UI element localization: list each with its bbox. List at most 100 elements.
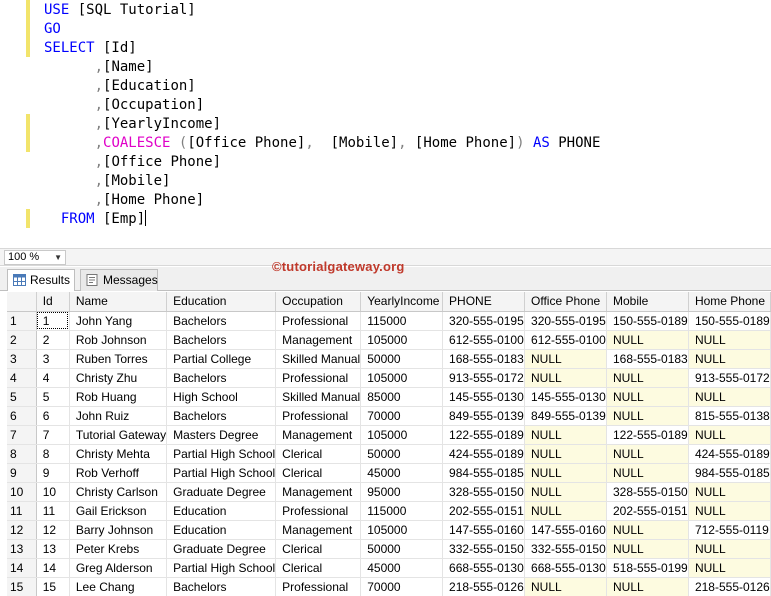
grid-cell[interactable]: Clerical (275, 558, 362, 578)
grid-cell[interactable]: 45000 (360, 463, 444, 483)
code-line[interactable]: ,COALESCE ([Office Phone], [Mobile], [Ho… (44, 134, 601, 153)
code-line[interactable]: ,[Occupation] (44, 96, 205, 115)
grid-cell[interactable]: Management (275, 520, 362, 540)
grid-cell[interactable]: Ruben Torres (69, 349, 168, 369)
grid-cell[interactable]: Rob Johnson (69, 330, 168, 350)
grid-cell[interactable]: 13 (36, 539, 70, 559)
table-row[interactable]: 12 12 Barry Johnson Education Management 1050… (7, 520, 771, 540)
grid-cell[interactable]: 815-555-0138 (688, 406, 771, 426)
grid-cell[interactable]: Rob Verhoff (69, 463, 168, 483)
code-line[interactable]: ,[Home Phone] (44, 191, 205, 210)
grid-cell[interactable]: 332-555-0150 (524, 539, 607, 559)
grid-cell[interactable]: 168-555-0183 (442, 349, 526, 369)
grid-cell[interactable]: Rob Huang (69, 387, 168, 407)
row-number[interactable]: 6 (7, 406, 37, 426)
grid-cell[interactable]: 668-555-0130 (524, 558, 607, 578)
grid-cell[interactable]: 328-555-0150 (442, 482, 526, 502)
grid-cell[interactable]: 45000 (360, 558, 444, 578)
grid-cell[interactable]: Management (275, 482, 362, 502)
grid-cell[interactable]: 3 (36, 349, 70, 369)
grid-cell[interactable]: NULL (524, 463, 607, 483)
grid-cell[interactable]: Skilled Manual (275, 349, 362, 369)
grid-cell[interactable]: 15 (36, 577, 70, 596)
grid-cell[interactable]: John Yang (69, 311, 168, 331)
table-row[interactable]: 2 2 Rob Johnson Bachelors Management 105000 61… (7, 330, 771, 350)
grid-cell[interactable]: 12 (36, 520, 70, 540)
grid-cell[interactable]: 2 (36, 330, 70, 350)
grid-cell[interactable]: 328-555-0150 (606, 482, 689, 502)
grid-cell[interactable]: NULL (688, 558, 771, 578)
column-header[interactable]: Occupation (275, 292, 362, 312)
table-row[interactable]: 8 8 Christy Mehta Partial High School Cleric… (7, 444, 771, 464)
grid-cell[interactable]: Professional (275, 501, 362, 521)
grid-cell[interactable]: 913-555-0172 (442, 368, 526, 388)
table-row[interactable]: 6 6 John Ruiz Bachelors Professional 70000 849… (7, 406, 771, 426)
grid-cell[interactable]: 518-555-0199 (606, 558, 689, 578)
grid-cell[interactable]: Professional (275, 368, 362, 388)
grid-cell[interactable]: 9 (36, 463, 70, 483)
row-number[interactable]: 10 (7, 482, 37, 502)
column-header[interactable]: Id (36, 292, 70, 312)
grid-cell[interactable]: Clerical (275, 539, 362, 559)
grid-cell[interactable]: 150-555-0189 (688, 311, 771, 331)
grid-cell[interactable]: 1 (36, 311, 70, 331)
chevron-down-icon[interactable]: ▼ (54, 251, 62, 264)
grid-cell[interactable]: NULL (688, 482, 771, 502)
grid-cell[interactable]: Management (275, 330, 362, 350)
grid-cell[interactable]: NULL (606, 463, 689, 483)
grid-cell[interactable]: 105000 (360, 368, 444, 388)
grid-cell[interactable]: Christy Carlson (69, 482, 168, 502)
grid-cell[interactable]: NULL (524, 577, 607, 596)
grid-cell[interactable]: 105000 (360, 520, 444, 540)
grid-cell[interactable]: 424-555-0189 (688, 444, 771, 464)
grid-cell[interactable]: Christy Mehta (69, 444, 168, 464)
grid-cell[interactable]: Professional (275, 577, 362, 596)
row-number[interactable]: 13 (7, 539, 37, 559)
grid-cell[interactable]: 202-555-0151 (606, 501, 689, 521)
code-line[interactable]: ,[Name] (44, 58, 154, 77)
grid-cell[interactable]: 70000 (360, 577, 444, 596)
code-line[interactable]: FROM [Emp] (44, 210, 147, 229)
column-header[interactable]: Name (69, 292, 168, 312)
table-row[interactable]: 7 7 Tutorial Gateway Masters Degree Manageme… (7, 425, 771, 445)
column-header[interactable]: Education (166, 292, 277, 312)
grid-cell[interactable]: 105000 (360, 330, 444, 350)
grid-cell[interactable]: 168-555-0183 (606, 349, 689, 369)
row-number[interactable]: 5 (7, 387, 37, 407)
grid-cell[interactable]: Management (275, 425, 362, 445)
tab-results[interactable]: Results (7, 269, 75, 291)
grid-cell[interactable]: Gail Erickson (69, 501, 168, 521)
row-number[interactable]: 11 (7, 501, 37, 521)
grid-cell[interactable]: 14 (36, 558, 70, 578)
grid-cell[interactable]: 50000 (360, 444, 444, 464)
grid-cell[interactable]: Clerical (275, 463, 362, 483)
grid-cell[interactable]: Education (166, 520, 277, 540)
grid-cell[interactable]: 150-555-0189 (606, 311, 689, 331)
grid-cell[interactable]: 10 (36, 482, 70, 502)
grid-cell[interactable]: 122-555-0189 (606, 425, 689, 445)
grid-cell[interactable]: 320-555-0195 (524, 311, 607, 331)
grid-cell[interactable]: NULL (606, 368, 689, 388)
code-line[interactable]: USE [SQL Tutorial] (44, 1, 196, 20)
grid-cell[interactable]: Partial High School (166, 444, 277, 464)
grid-cell[interactable]: NULL (688, 387, 771, 407)
table-row[interactable]: 1 1 John Yang Bachelors Professional 115000 32… (7, 311, 771, 331)
grid-cell[interactable]: NULL (524, 368, 607, 388)
grid-cell[interactable]: Bachelors (166, 368, 277, 388)
grid-cell[interactable]: 145-555-0130 (524, 387, 607, 407)
grid-cell[interactable]: 11 (36, 501, 70, 521)
grid-cell[interactable]: NULL (688, 501, 771, 521)
grid-corner[interactable] (7, 292, 37, 312)
grid-cell[interactable]: High School (166, 387, 277, 407)
code-line[interactable]: ,[YearlyIncome] (44, 115, 221, 134)
grid-cell[interactable]: 7 (36, 425, 70, 445)
grid-cell[interactable]: NULL (524, 444, 607, 464)
grid-cell[interactable]: 218-555-0126 (442, 577, 526, 596)
grid-cell[interactable]: NULL (606, 520, 689, 540)
grid-cell[interactable]: 8 (36, 444, 70, 464)
grid-cell[interactable]: NULL (524, 349, 607, 369)
grid-cell[interactable]: Peter Krebs (69, 539, 168, 559)
table-row[interactable]: 10 10 Christy Carlson Graduate Degree Manage… (7, 482, 771, 502)
column-header[interactable]: Mobile (606, 292, 689, 312)
table-row[interactable]: 4 4 Christy Zhu Bachelors Professional 105000… (7, 368, 771, 388)
